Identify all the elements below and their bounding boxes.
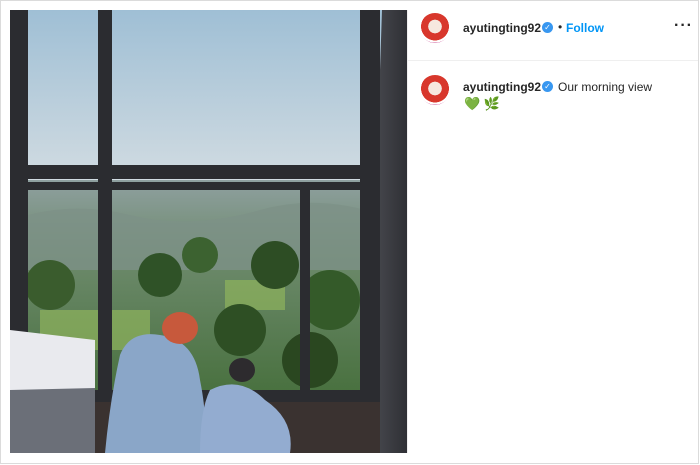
more-options-icon[interactable]: ··· — [674, 17, 693, 35]
verified-badge-icon: ✓ — [542, 22, 553, 33]
caption-verified-badge-icon: ✓ — [542, 81, 553, 92]
caption-emojis: 💚 🌿 — [464, 96, 500, 112]
caption-username[interactable]: ayutingting92 — [463, 80, 541, 94]
leaf-icon: 🌿 — [483, 96, 500, 111]
caption-text: Our morning view — [558, 80, 653, 94]
post-photo[interactable] — [10, 10, 407, 453]
header-username[interactable]: ayutingting92 — [463, 21, 541, 35]
green-heart-icon: 💚 — [464, 96, 481, 111]
caption-avatar[interactable] — [420, 75, 450, 105]
photo-scene — [10, 10, 407, 453]
post-header: ayutingting92 ✓ • Follow ··· — [408, 10, 698, 61]
header-separator: • — [558, 20, 563, 34]
post-side-panel: ayutingting92 ✓ • Follow ··· ayutingting… — [407, 10, 698, 453]
follow-button[interactable]: Follow — [566, 21, 604, 35]
avatar[interactable] — [420, 13, 450, 43]
